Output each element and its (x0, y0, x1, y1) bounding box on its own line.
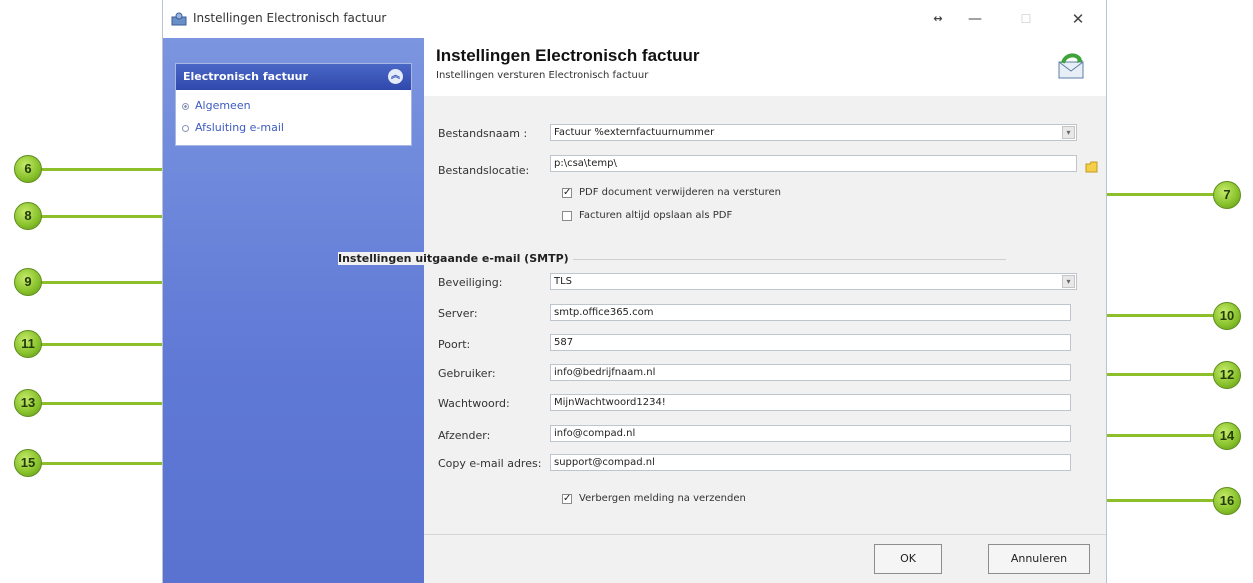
verbergen-melding-checkbox[interactable]: ✓ (562, 494, 572, 504)
bestandsnaam-value: Factuur %externfactuurnummer (554, 127, 715, 138)
nav-item-label: Afsluiting e-mail (195, 121, 284, 134)
callout-badge-16: 16 (1213, 487, 1241, 515)
bestandsnaam-select[interactable]: Factuur %externfactuurnummer ▾ (550, 124, 1077, 141)
callout-badge-8: 8 (14, 202, 42, 230)
wachtwoord-input[interactable]: MijnWachtwoord1234! (550, 394, 1071, 411)
page-subtitle: Instellingen versturen Electronisch fact… (436, 70, 649, 81)
collapse-chevron-icon[interactable]: ︽ (388, 69, 403, 84)
restore-button[interactable]: ↔ (918, 6, 958, 32)
afzender-input[interactable]: info@compad.nl (550, 425, 1071, 442)
smtp-section-title: Instellingen uitgaande e-mail (SMTP) (338, 252, 573, 265)
nav-item-afsluiting-email[interactable]: Afsluiting e-mail (182, 121, 284, 134)
callout-badge-15: 15 (14, 449, 42, 477)
gebruiker-value: info@bedrijfnaam.nl (554, 367, 656, 378)
bestandsnaam-label: Bestandsnaam : (438, 127, 528, 140)
callout-badge-11: 11 (14, 330, 42, 358)
button-separator (424, 534, 1106, 535)
settings-app-icon (171, 12, 187, 26)
ok-button[interactable]: OK (874, 544, 942, 574)
radio-icon (182, 124, 189, 132)
settings-window: Instellingen Electronisch factuur ↔ — ☐ … (162, 0, 1107, 583)
callout-badge-14: 14 (1213, 422, 1241, 450)
poort-input[interactable]: 587 (550, 334, 1071, 351)
envelope-icon (1058, 53, 1084, 79)
page-title: Instellingen Electronisch factuur (436, 46, 700, 65)
minimize-button[interactable]: — (955, 6, 995, 32)
callout-badge-9: 9 (14, 268, 42, 296)
server-value: smtp.office365.com (554, 307, 654, 318)
pdf-verwijderen-checkbox[interactable]: ✓ (562, 188, 572, 198)
folder-icon[interactable] (1085, 161, 1099, 173)
callout-badge-7: 7 (1213, 181, 1241, 209)
nav-panel-title: Electronisch factuur (183, 70, 308, 83)
gebruiker-label: Gebruiker: (438, 367, 496, 380)
beveiliging-select[interactable]: TLS ▾ (550, 273, 1077, 290)
facturen-pdf-checkbox[interactable] (562, 211, 572, 221)
callout-line-12 (1088, 373, 1220, 376)
afzender-value: info@compad.nl (554, 428, 636, 439)
beveiliging-value: TLS (554, 276, 573, 287)
wachtwoord-label: Wachtwoord: (438, 397, 510, 410)
afzender-label: Afzender: (438, 429, 491, 442)
server-label: Server: (438, 307, 478, 320)
copy-email-label: Copy e-mail adres: (438, 457, 542, 470)
bestandslocatie-label: Bestandslocatie: (438, 164, 530, 177)
nav-item-label: Algemeen (195, 99, 251, 112)
bestandslocatie-input[interactable]: p:\csa\temp\ (550, 155, 1077, 172)
callout-line-14 (1088, 434, 1220, 437)
callout-badge-13: 13 (14, 389, 42, 417)
server-input[interactable]: smtp.office365.com (550, 304, 1071, 321)
copy-email-input[interactable]: support@compad.nl (550, 454, 1071, 471)
maximize-button[interactable]: ☐ (1006, 6, 1046, 32)
beveiliging-label: Beveiliging: (438, 276, 503, 289)
page-header: Instellingen Electronisch factuur Instel… (424, 38, 1106, 97)
facturen-pdf-label: Facturen altijd opslaan als PDF (579, 210, 733, 221)
radio-icon (182, 102, 189, 110)
poort-value: 587 (554, 337, 574, 348)
copy-email-value: support@compad.nl (554, 457, 655, 468)
callout-badge-12: 12 (1213, 361, 1241, 389)
title-bar[interactable]: Instellingen Electronisch factuur ↔ — ☐ … (163, 0, 1106, 38)
nav-panel: Electronisch factuur ︽ Algemeen Afsluiti… (175, 63, 412, 146)
poort-label: Poort: (438, 338, 471, 351)
gebruiker-input[interactable]: info@bedrijfnaam.nl (550, 364, 1071, 381)
sidebar: Electronisch factuur ︽ Algemeen Afsluiti… (163, 38, 424, 583)
wachtwoord-value: MijnWachtwoord1234! (554, 397, 666, 408)
callout-badge-10: 10 (1213, 302, 1241, 330)
chevron-down-icon[interactable]: ▾ (1062, 126, 1075, 139)
verbergen-melding-label: Verbergen melding na verzenden (579, 493, 746, 504)
nav-item-algemeen[interactable]: Algemeen (182, 99, 251, 112)
chevron-down-icon[interactable]: ▾ (1062, 275, 1075, 288)
nav-panel-header[interactable]: Electronisch factuur ︽ (176, 64, 411, 90)
bestandslocatie-value: p:\csa\temp\ (554, 158, 617, 169)
callout-line-10 (1088, 314, 1220, 317)
cancel-button[interactable]: Annuleren (988, 544, 1090, 574)
window-title: Instellingen Electronisch factuur (193, 11, 387, 25)
pdf-verwijderen-label: PDF document verwijderen na versturen (579, 187, 781, 198)
callout-badge-6: 6 (14, 155, 42, 183)
close-button[interactable]: ✕ (1058, 6, 1098, 32)
